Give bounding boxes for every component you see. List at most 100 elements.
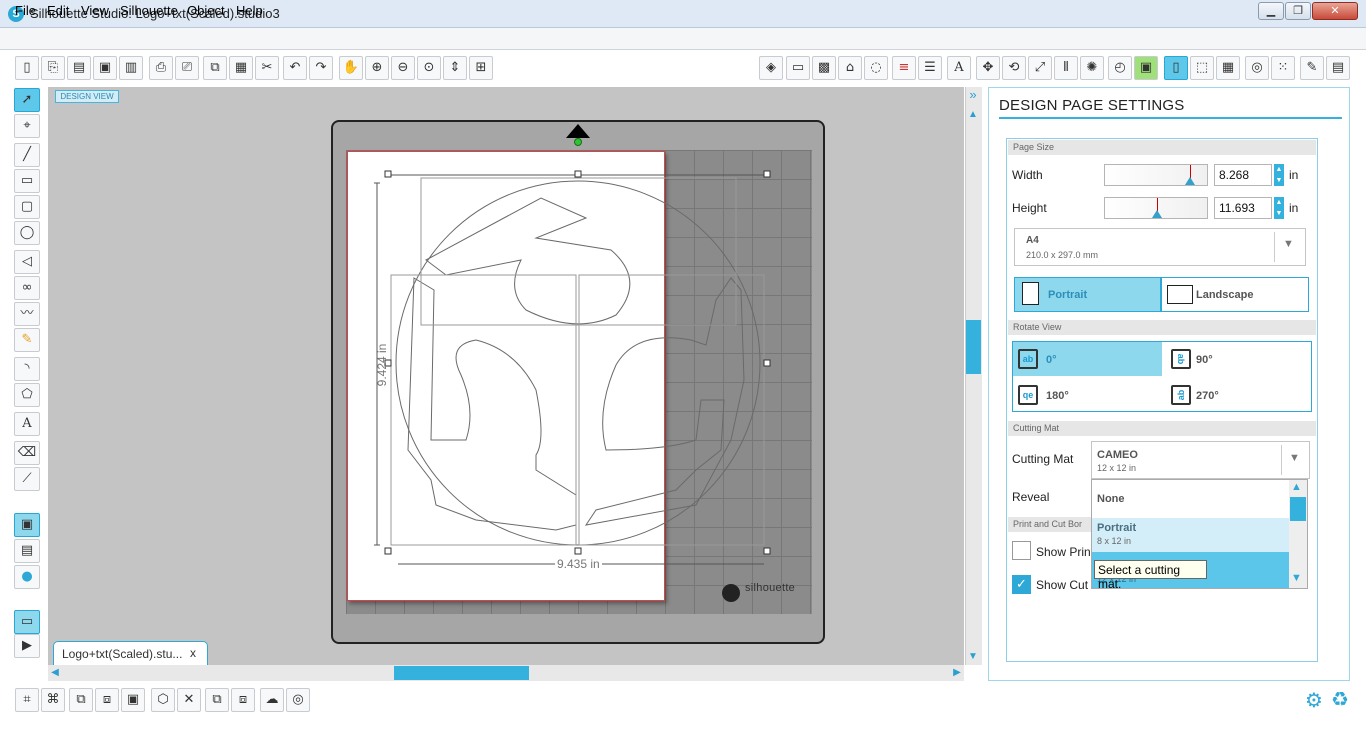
offset-shape-icon[interactable]: ◎ bbox=[286, 688, 310, 712]
send-to-back-icon[interactable]: ⧈ bbox=[231, 688, 255, 712]
scroll-down-icon[interactable]: ▼ bbox=[966, 650, 980, 664]
show-window-icon[interactable]: ▭ bbox=[14, 610, 40, 634]
save-icon[interactable]: ▣ bbox=[93, 56, 117, 80]
delete-icon[interactable]: ✕ bbox=[177, 688, 201, 712]
freehand-tool-icon[interactable]: 〰 bbox=[14, 302, 40, 326]
grid-icon[interactable]: ▦ bbox=[1216, 56, 1240, 80]
transform-icon[interactable]: ✥ bbox=[976, 56, 1000, 80]
vertical-scroll-thumb[interactable] bbox=[966, 320, 981, 374]
print-and-cut-icon[interactable]: ⎚ bbox=[175, 56, 199, 80]
fit-to-page-icon[interactable]: ⊞ bbox=[469, 56, 493, 80]
expand-panel-icon[interactable]: ▶ bbox=[14, 634, 40, 658]
height-spinner[interactable]: ▲ ▼ bbox=[1274, 197, 1284, 219]
fill-pattern-icon[interactable]: ▩ bbox=[812, 56, 836, 80]
bring-to-front-icon[interactable]: ⧉ bbox=[205, 688, 229, 712]
send-to-silhouette-icon[interactable]: ⁙ bbox=[1271, 56, 1295, 80]
print-icon[interactable]: ⎙ bbox=[149, 56, 173, 80]
weld-icon[interactable]: ▣ bbox=[121, 688, 145, 712]
maximize-button[interactable]: ❐ bbox=[1285, 2, 1311, 20]
vertical-scrollbar[interactable] bbox=[965, 87, 982, 665]
curve-tool-icon[interactable]: ∞ bbox=[14, 276, 40, 300]
library-view-icon[interactable]: ▤ bbox=[14, 539, 40, 563]
close-button[interactable]: ✕ bbox=[1312, 2, 1358, 20]
mat-chevron-down-icon[interactable]: ▼ bbox=[1289, 452, 1300, 464]
menu-object[interactable]: Object bbox=[187, 3, 225, 18]
show-cut-border-checkbox[interactable]: ✓ bbox=[1012, 575, 1031, 594]
width-slider-handle[interactable] bbox=[1185, 177, 1195, 185]
paste-icon[interactable]: ▦ bbox=[229, 56, 253, 80]
modify-icon[interactable]: ◴ bbox=[1108, 56, 1132, 80]
option-none[interactable]: None bbox=[1097, 493, 1125, 505]
menu-edit[interactable]: Edit bbox=[47, 3, 69, 18]
options-scroll-thumb[interactable] bbox=[1290, 497, 1306, 521]
scroll-right-icon[interactable]: ▶ bbox=[950, 666, 964, 680]
zoom-in-icon[interactable]: ⊕ bbox=[365, 56, 389, 80]
redo-icon[interactable]: ↷ bbox=[309, 56, 333, 80]
scroll-up-icon[interactable]: ▲ bbox=[966, 108, 980, 122]
compound-path-icon[interactable]: ⧉ bbox=[69, 688, 93, 712]
template-icon[interactable]: ▤ bbox=[67, 56, 91, 80]
store-view-icon[interactable]: ● bbox=[14, 565, 40, 589]
rotate-icon[interactable]: ⟲ bbox=[1002, 56, 1026, 80]
design-page-settings-icon[interactable]: ▯ bbox=[1164, 56, 1188, 80]
zoom-out-icon[interactable]: ⊖ bbox=[391, 56, 415, 80]
rectangle-tool-icon[interactable]: ▭ bbox=[14, 169, 40, 193]
align-icon[interactable]: ⫴ bbox=[1054, 56, 1078, 80]
minimize-button[interactable]: ▁ bbox=[1258, 2, 1284, 20]
library-icon[interactable]: ✎ bbox=[1300, 56, 1324, 80]
settings-gear-icon[interactable]: ⚙ bbox=[1305, 688, 1323, 712]
line-width-icon[interactable]: ≡ bbox=[892, 56, 916, 80]
paper-size-dropdown[interactable] bbox=[1014, 228, 1306, 266]
polygon-tool-icon[interactable]: ◁ bbox=[14, 250, 40, 274]
arc-tool-icon[interactable]: ◝ bbox=[14, 357, 40, 381]
store-icon[interactable]: ▤ bbox=[1326, 56, 1350, 80]
text-style-icon[interactable]: A bbox=[947, 56, 971, 80]
collapse-panel-icon[interactable]: » bbox=[966, 88, 980, 102]
point-edit-tool-icon[interactable]: ⌖ bbox=[14, 114, 40, 138]
release-compound-icon[interactable]: ⧈ bbox=[95, 688, 119, 712]
replicate-icon[interactable]: ✺ bbox=[1080, 56, 1104, 80]
undo-icon[interactable]: ↶ bbox=[283, 56, 307, 80]
document-tab-close-icon[interactable]: x bbox=[190, 646, 196, 660]
new-document-icon[interactable]: ▯ bbox=[15, 56, 39, 80]
line-dash-icon[interactable]: ☰ bbox=[918, 56, 942, 80]
zoom-fit-icon[interactable]: ⇕ bbox=[443, 56, 467, 80]
height-slider-handle[interactable] bbox=[1152, 210, 1162, 218]
menu-file[interactable]: File bbox=[15, 3, 36, 18]
trace-shape-icon[interactable]: ☁ bbox=[260, 688, 284, 712]
menu-silhouette[interactable]: Silhouette bbox=[120, 3, 178, 18]
sync-icon[interactable]: ♻ bbox=[1331, 687, 1349, 711]
fill-color-icon[interactable]: ◈ bbox=[759, 56, 783, 80]
design-view-icon[interactable]: ▣ bbox=[14, 513, 40, 537]
fill-gradient-icon[interactable]: ▭ bbox=[786, 56, 810, 80]
menu-help[interactable]: Help bbox=[236, 3, 263, 18]
cut-settings-icon[interactable]: ◎ bbox=[1245, 56, 1269, 80]
select-tool-icon[interactable]: ➚ bbox=[14, 88, 40, 112]
width-spinner[interactable]: ▲ ▼ bbox=[1274, 164, 1284, 186]
scroll-left-icon[interactable]: ◀ bbox=[48, 666, 62, 680]
line-style-icon[interactable]: ◌ bbox=[864, 56, 888, 80]
line-color-icon[interactable]: ⌂ bbox=[838, 56, 862, 80]
show-print-border-checkbox[interactable] bbox=[1012, 541, 1031, 560]
text-tool-icon[interactable]: A bbox=[14, 412, 40, 436]
height-input[interactable] bbox=[1214, 197, 1272, 219]
trace-icon[interactable]: ⬚ bbox=[1190, 56, 1214, 80]
width-input[interactable] bbox=[1214, 164, 1272, 186]
chevron-down-icon[interactable]: ▼ bbox=[1283, 238, 1294, 250]
menu-view[interactable]: View bbox=[81, 3, 109, 18]
pan-icon[interactable]: ✋ bbox=[339, 56, 363, 80]
horizontal-scroll-thumb[interactable] bbox=[394, 666, 529, 680]
cut-icon[interactable]: ✂ bbox=[255, 56, 279, 80]
scale-icon[interactable]: ⤢ bbox=[1028, 56, 1052, 80]
open-icon[interactable]: ⎘ bbox=[41, 56, 65, 80]
ellipse-tool-icon[interactable]: ◯ bbox=[14, 221, 40, 245]
options-scroll-up-icon[interactable]: ▲ bbox=[1291, 481, 1302, 493]
smooth-freehand-tool-icon[interactable]: ✎ bbox=[14, 328, 40, 352]
offset-icon[interactable]: ▣ bbox=[1134, 56, 1158, 80]
zoom-select-icon[interactable]: ⊙ bbox=[417, 56, 441, 80]
duplicate-icon[interactable]: ⬡ bbox=[151, 688, 175, 712]
regular-polygon-tool-icon[interactable]: ⬠ bbox=[14, 383, 40, 407]
knife-tool-icon[interactable]: ⟋ bbox=[14, 467, 40, 491]
rounded-rectangle-tool-icon[interactable]: ▢ bbox=[14, 195, 40, 219]
options-scroll-down-icon[interactable]: ▼ bbox=[1291, 572, 1302, 584]
